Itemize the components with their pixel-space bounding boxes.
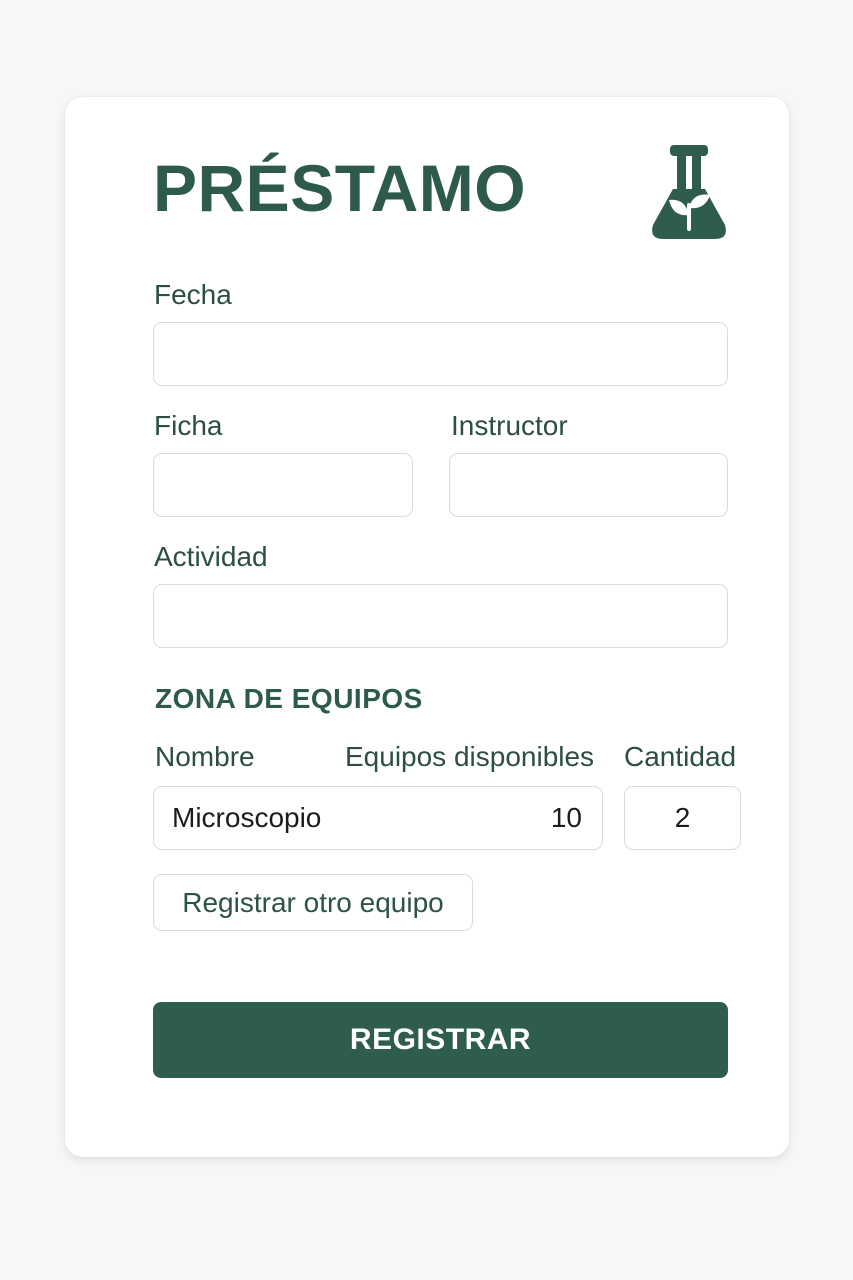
actividad-label: Actividad: [154, 541, 268, 572]
equipment-name: Microscopio: [172, 802, 322, 833]
equipment-row[interactable]: Microscopio 10: [153, 786, 603, 850]
loan-form-card: PRÉSTAMO Fecha Ficha Instructor Activida…: [65, 97, 789, 1157]
register-button[interactable]: REGISTRAR: [153, 1002, 728, 1078]
add-equipment-button[interactable]: Registrar otro equipo: [153, 874, 473, 931]
instructor-label: Instructor: [451, 410, 568, 441]
column-header-quantity: Cantidad: [624, 741, 737, 772]
instructor-input[interactable]: [449, 453, 728, 517]
ficha-label: Ficha: [154, 410, 223, 441]
actividad-input[interactable]: [153, 584, 728, 648]
fecha-label: Fecha: [154, 279, 232, 310]
flask-plant-icon: [652, 145, 726, 239]
equipment-available-count: 10: [550, 802, 582, 833]
column-header-name: Nombre: [155, 741, 255, 772]
equipment-section-title: ZONA DE EQUIPOS: [155, 683, 423, 714]
quantity-input[interactable]: 2: [624, 786, 741, 850]
fecha-input[interactable]: [153, 322, 728, 386]
column-header-available: Equipos disponibles: [345, 741, 595, 772]
ficha-input[interactable]: [153, 453, 413, 517]
page-title: PRÉSTAMO: [153, 151, 527, 225]
